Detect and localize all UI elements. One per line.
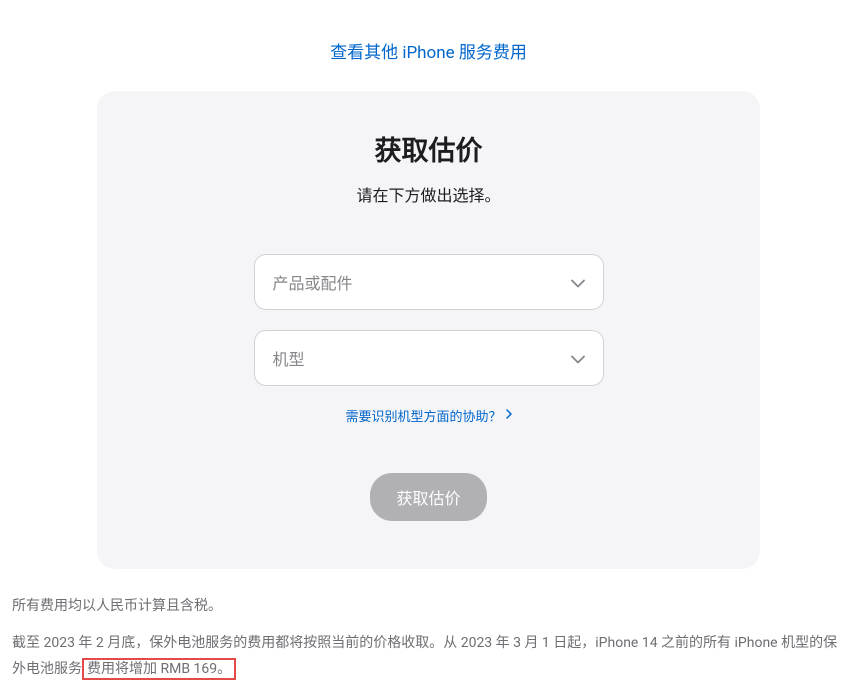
footer-line-2: 截至 2023 年 2 月底，保外电池服务的费用都将按照当前的价格收取。从 20… [12, 630, 845, 683]
footer-line-1: 所有费用均以人民币计算且含税。 [12, 593, 845, 620]
chevron-down-icon [571, 349, 585, 368]
identify-model-help-link[interactable]: 需要识别机型方面的协助？ [345, 406, 511, 425]
card-subtitle: 请在下方做出选择。 [145, 182, 712, 206]
model-select[interactable]: 机型 [254, 330, 604, 386]
card-title: 获取估价 [145, 129, 712, 168]
help-link-container: 需要识别机型方面的协助？ [145, 406, 712, 425]
product-select-placeholder: 产品或配件 [273, 270, 353, 294]
help-link-label: 需要识别机型方面的协助？ [345, 406, 501, 425]
footer-notes: 所有费用均以人民币计算且含税。 截至 2023 年 2 月底，保外电池服务的费用… [0, 569, 857, 683]
chevron-down-icon [571, 273, 585, 292]
model-select-placeholder: 机型 [273, 346, 305, 370]
product-select[interactable]: 产品或配件 [254, 254, 604, 310]
get-estimate-button[interactable]: 获取估价 [370, 473, 486, 521]
product-select-wrap: 产品或配件 [254, 254, 604, 310]
price-increase-highlight: 费用将增加 RMB 169。 [82, 658, 236, 680]
estimate-card: 获取估价 请在下方做出选择。 产品或配件 机型 需要识别机型方面的协助？ 获取估… [97, 91, 760, 569]
chevron-right-icon [506, 408, 512, 423]
model-select-wrap: 机型 [254, 330, 604, 386]
other-service-fees-link[interactable]: 查看其他 iPhone 服务费用 [330, 43, 527, 63]
top-link-container: 查看其他 iPhone 服务费用 [0, 0, 857, 91]
